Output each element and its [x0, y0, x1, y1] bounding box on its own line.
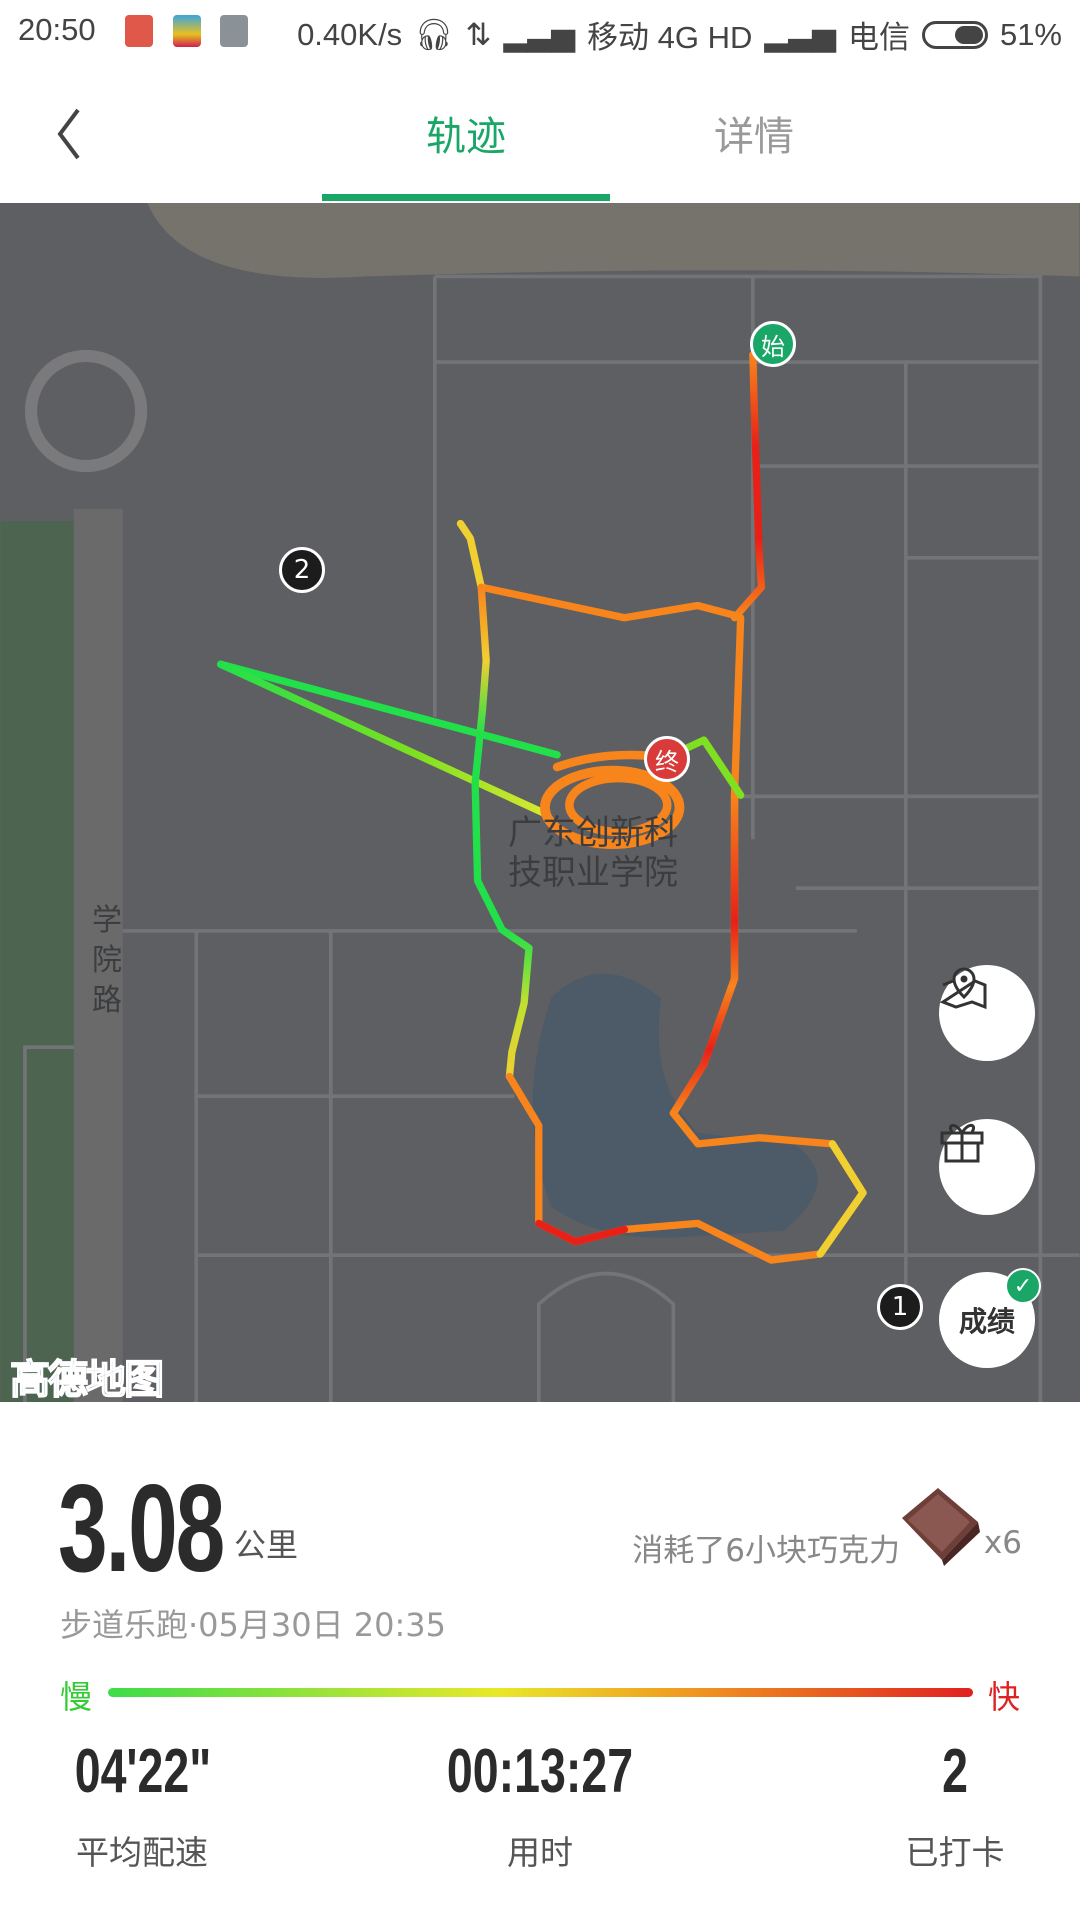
check-badge-icon: ✓: [1005, 1268, 1041, 1304]
gift-button[interactable]: [939, 1119, 1035, 1215]
data-arrows-icon: ⇅: [465, 16, 492, 52]
map-view[interactable]: 学院路 广东创新科 技职业学院 始 终 2 1 成绩 ✓ 高德地图: [0, 203, 1080, 1402]
tab-track[interactable]: 轨迹: [322, 104, 610, 162]
duration-label: 用时: [507, 1833, 573, 1872]
checkpoint-cluster-1[interactable]: 1: [877, 1284, 923, 1330]
header: 轨迹 详情: [0, 66, 1080, 203]
place-label-line1: 广东创新科: [508, 813, 678, 853]
end-marker[interactable]: 终: [644, 736, 690, 782]
signal-icon: ▂▃▅: [764, 16, 836, 52]
amap-logo: 高德地图: [9, 1356, 165, 1402]
pace-fast-label: 快: [988, 1678, 1021, 1716]
avg-pace-value: 04'22": [74, 1737, 212, 1806]
tab-details[interactable]: 详情: [610, 104, 898, 162]
checkins-value: 2: [942, 1737, 968, 1806]
map-canvas: [0, 203, 1080, 1402]
net-speed: 0.40K/s: [297, 16, 403, 52]
netease-music-icon: [125, 15, 153, 47]
distance-value: 3.08: [58, 1460, 225, 1598]
pace-gradient-bar: [108, 1688, 973, 1697]
active-tab-indicator: [322, 194, 610, 201]
battery-icon: [921, 20, 988, 49]
score-label: 成绩: [958, 1305, 1015, 1338]
headphone-icon: 🎧︎: [414, 17, 454, 52]
status-bar: 20:50 0.40K/s 🎧︎ ⇅ ▂▃▅ 移动 4G HD ▂▃▅ 电信 5…: [0, 0, 1080, 66]
clock: 20:50: [18, 12, 96, 47]
signal-icon: ▂▃▅: [503, 16, 576, 52]
back-chevron-icon[interactable]: [50, 104, 90, 164]
run-subtitle: 步道乐跑·05月30日 20:35: [60, 1606, 447, 1644]
notes-app-icon: [220, 15, 248, 47]
calories-text: 消耗了6小块巧克力: [632, 1533, 900, 1569]
checkins-label: 已打卡: [905, 1833, 1005, 1872]
run-route: [217, 351, 867, 1264]
carrier-2: 电信: [847, 20, 910, 55]
gift-icon: [940, 1123, 984, 1163]
route-view-button[interactable]: [939, 965, 1035, 1061]
battery-percent: 51%: [999, 16, 1062, 52]
start-marker[interactable]: 始: [750, 321, 796, 367]
checkpoint-cluster-2[interactable]: 2: [279, 547, 325, 593]
place-label: 广东创新科 技职业学院: [508, 813, 678, 893]
map-pin-icon: [939, 967, 987, 1010]
chocolate-icon: [902, 1488, 980, 1566]
score-button[interactable]: 成绩 ✓: [939, 1268, 1041, 1368]
carrier-1: 移动 4G HD: [587, 20, 753, 55]
place-label-line2: 技职业学院: [508, 853, 678, 893]
duration-value: 00:13:27: [446, 1737, 634, 1806]
avg-pace-label: 平均配速: [76, 1833, 208, 1872]
photo-app-icon: [173, 15, 201, 47]
distance-unit: 公里: [234, 1526, 299, 1564]
chocolate-count: x6: [983, 1525, 1022, 1561]
pace-slow-label: 慢: [60, 1678, 93, 1716]
road-label: 学院路: [92, 903, 122, 1018]
